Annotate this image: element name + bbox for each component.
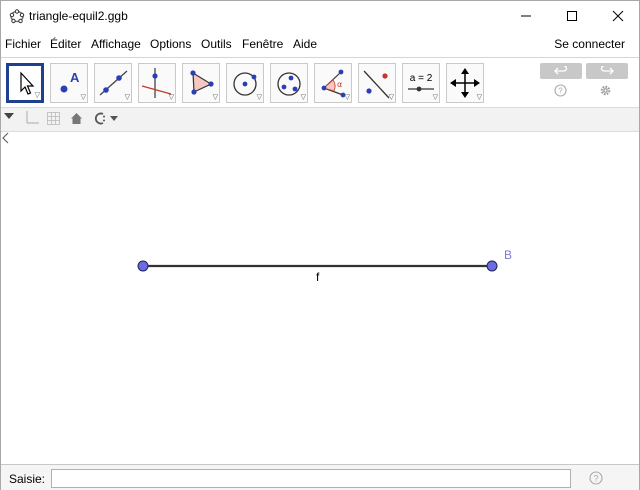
menu-fenetre[interactable]: Fenêtre <box>242 37 283 51</box>
collapse-panel-handle-icon[interactable] <box>1 132 9 144</box>
minimize-icon <box>521 15 531 17</box>
close-button[interactable] <box>595 1 640 31</box>
app-window: triangle-equil2.ggb Fichier Éditer Affic… <box>0 0 640 490</box>
tool-move-graphics-view[interactable]: ▽ <box>446 63 484 103</box>
point-a[interactable] <box>137 260 149 272</box>
undo-icon <box>554 66 568 75</box>
slider-tool-label: a = 2 <box>410 73 433 84</box>
window-title: triangle-equil2.ggb <box>29 9 128 23</box>
menu-options[interactable]: Options <box>150 37 191 51</box>
tool-move[interactable]: ▽ <box>6 63 44 103</box>
undo-button[interactable] <box>540 63 582 79</box>
gear-icon[interactable] <box>599 84 612 97</box>
menu-fichier[interactable]: Fichier <box>5 37 41 51</box>
tool-point[interactable]: A ▽ <box>50 63 88 103</box>
tool-reflect[interactable]: ▽ <box>358 63 396 103</box>
input-label: Saisie: <box>9 472 46 486</box>
menu-aide[interactable]: Aide <box>293 37 317 51</box>
tool-bar: ▽ A ▽ ▽ ▽ ▽ ▽ ▽ α ▽ ▽ a = 2 ▽ ▽ <box>1 57 639 107</box>
tool-angle[interactable]: α ▽ <box>314 63 352 103</box>
tool-circle-center[interactable]: ▽ <box>226 63 264 103</box>
dropdown-triangle-icon: ▽ <box>388 94 394 101</box>
tool-line[interactable]: ▽ <box>94 63 132 103</box>
command-input[interactable] <box>51 469 571 488</box>
tool-polygon[interactable]: ▽ <box>182 63 220 103</box>
geogebra-logo-icon <box>9 9 25 24</box>
home-icon[interactable] <box>70 112 83 125</box>
close-icon <box>612 10 624 22</box>
tool-slider[interactable]: a = 2 ▽ <box>402 63 440 103</box>
dropdown-triangle-icon: ▽ <box>476 94 482 101</box>
title-bar: triangle-equil2.ggb <box>1 1 639 31</box>
dropdown-triangle-icon: ▽ <box>344 94 350 101</box>
tool-circle-three-points[interactable]: ▽ <box>270 63 308 103</box>
geometry-canvas[interactable]: B f <box>1 132 639 464</box>
graphics-view[interactable]: B f <box>1 132 639 464</box>
dropdown-triangle-icon: ▽ <box>168 94 174 101</box>
menu-affichage[interactable]: Affichage <box>91 37 141 51</box>
point-capturing-icon[interactable] <box>92 112 120 125</box>
dropdown-triangle-icon: ▽ <box>212 94 218 101</box>
dropdown-triangle-icon: ▽ <box>432 94 438 101</box>
svg-text:A: A <box>70 70 80 85</box>
dropdown-triangle-icon: ▽ <box>124 94 130 101</box>
maximize-icon <box>567 11 577 21</box>
point-b[interactable] <box>486 260 498 272</box>
grid-toggle-icon[interactable] <box>47 112 60 125</box>
maximize-button[interactable] <box>549 1 595 31</box>
tool-perpendicular[interactable]: ▽ <box>138 63 176 103</box>
input-bar: Saisie: ? <box>1 464 639 490</box>
dropdown-triangle-icon: ▽ <box>80 94 86 101</box>
input-help-icon[interactable]: ? <box>589 471 603 485</box>
redo-button[interactable] <box>586 63 628 79</box>
dropdown-triangle-icon: ▽ <box>34 92 40 99</box>
axes-toggle-icon[interactable] <box>25 111 39 125</box>
svg-text:?: ? <box>558 87 563 96</box>
svg-text:α: α <box>337 80 342 89</box>
minimize-button[interactable] <box>503 1 549 31</box>
help-icon[interactable]: ? <box>554 84 567 97</box>
svg-text:?: ? <box>593 474 598 484</box>
menu-bar: Fichier Éditer Affichage Options Outils … <box>1 33 639 55</box>
sign-in-link[interactable]: Se connecter <box>554 37 625 51</box>
menu-outils[interactable]: Outils <box>201 37 232 51</box>
dropdown-triangle-icon: ▽ <box>256 94 262 101</box>
style-bar <box>1 107 639 132</box>
redo-icon <box>600 66 614 75</box>
dropdown-triangle-icon: ▽ <box>300 94 306 101</box>
toggle-style-bar-icon[interactable] <box>4 112 14 120</box>
point-b-label: B <box>504 248 512 262</box>
menu-editer[interactable]: Éditer <box>50 37 81 51</box>
segment-label: f <box>316 270 320 284</box>
